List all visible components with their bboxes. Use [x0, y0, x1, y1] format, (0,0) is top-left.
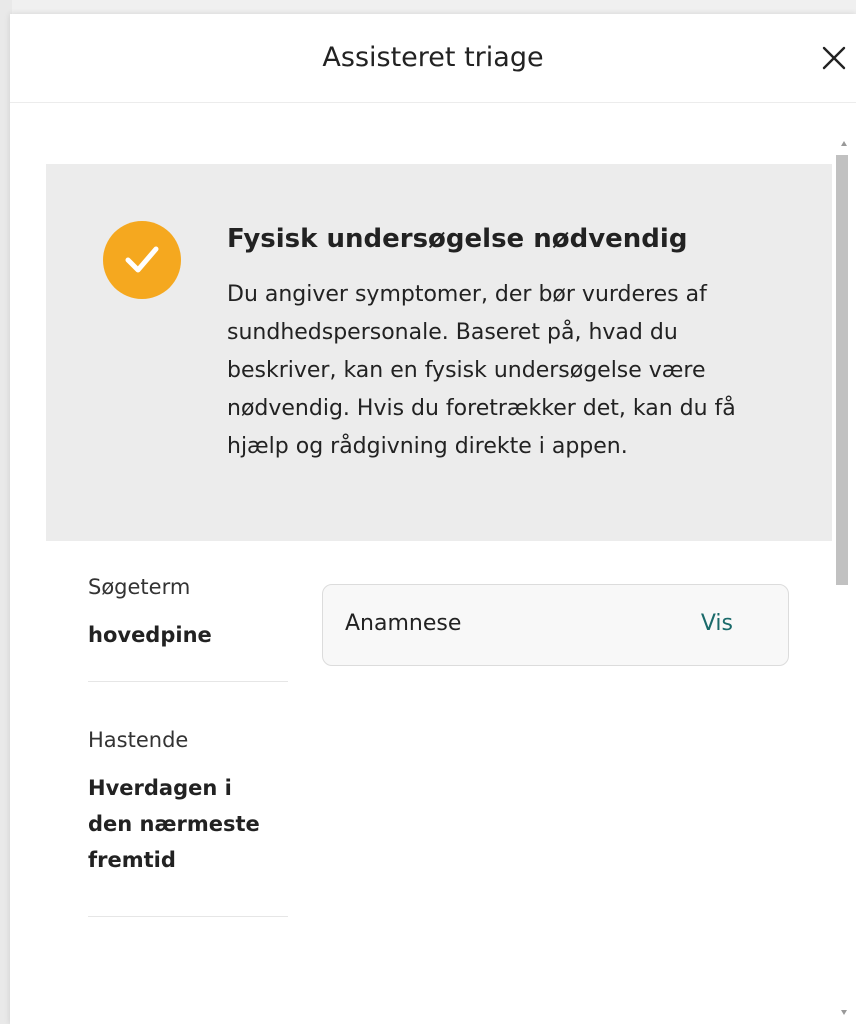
close-button[interactable] — [820, 44, 848, 72]
detail-label: Hastende — [88, 728, 189, 752]
modal-title: Assisteret triage — [322, 42, 544, 73]
triage-details: Søgeterm hovedpine Hastende Hverdagen i … — [88, 575, 288, 917]
modal-header: Assisteret triage — [10, 14, 856, 103]
check-icon — [125, 246, 159, 273]
detail-urgency: Hastende Hverdagen i den nærmeste fremti… — [88, 728, 288, 878]
detail-search-term: Søgeterm hovedpine — [88, 575, 288, 653]
scrollbar-thumb[interactable] — [836, 155, 848, 585]
detail-value: hovedpine — [88, 623, 212, 647]
triage-modal: Assisteret triage Fysisk undersøgelse nø… — [10, 14, 856, 1024]
detail-value: Hverdagen i den nærmeste fremtid — [88, 776, 260, 872]
divider — [88, 681, 288, 682]
triage-result-card: Fysisk undersøgelse nødvendig Du angiver… — [46, 164, 832, 541]
scroll-up-arrow-icon[interactable] — [841, 141, 847, 146]
divider — [88, 916, 288, 917]
anamnese-panel: Anamnese Vis — [322, 584, 789, 666]
close-icon — [822, 46, 846, 70]
detail-label: Søgeterm — [88, 575, 191, 599]
scroll-down-arrow-icon[interactable] — [841, 1010, 847, 1015]
result-description: Du angiver symptomer, der bør vurderes a… — [227, 282, 736, 459]
anamnese-label: Anamnese — [345, 611, 462, 636]
check-badge — [103, 221, 181, 299]
modal-content[interactable]: Fysisk undersøgelse nødvendig Du angiver… — [10, 103, 856, 1024]
show-anamnese-link[interactable]: Vis — [701, 611, 733, 636]
result-title: Fysisk undersøgelse nødvendig — [227, 224, 688, 254]
vertical-scrollbar[interactable] — [832, 135, 856, 1023]
